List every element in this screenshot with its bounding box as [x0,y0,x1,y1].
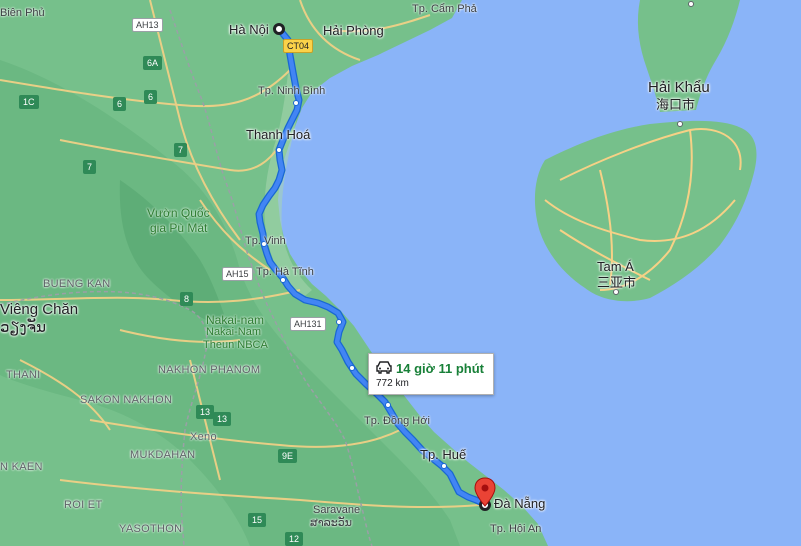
city-label-thanhhoa[interactable]: Thanh Hoá [246,128,310,141]
city-label-haiphong[interactable]: Hải Phòng [323,24,384,37]
park-pumat-line1: Vườn Quốc [147,206,210,220]
road-shield-9e: 9E [278,449,298,463]
city-label-vientiane[interactable]: Viêng Chăn [0,302,78,317]
region-nakhon-phanom: NAKHON PHANOM [158,364,261,376]
city-label-donghoi[interactable]: Tp. Đồng Hới [364,416,430,427]
city-label-ninhbinh[interactable]: Tp. Ninh Bình [258,86,325,97]
park-nakai-line2: Nakai-Nam [206,326,262,338]
road-shield-13: 13 [196,405,215,419]
map-canvas[interactable]: 14 giờ 11 phút 772 km Hà Nội Hải Phòng T… [0,0,801,546]
origin-marker[interactable] [273,23,285,35]
park-pumat-line2: gia Pù Mát [150,221,208,235]
city-label-bienphu[interactable]: Biên Phủ [0,8,45,19]
region-sakon-nakhon: SAKON NAKHON [80,394,173,406]
route-distance: 772 km [376,378,409,389]
road-shield-7: 7 [83,160,97,174]
city-label-hoian[interactable]: Tp. Hội An [490,524,541,535]
city-label-danang[interactable]: Đà Nẵng [494,497,545,510]
region-roi-et: ROI ET [64,499,103,511]
region-yasothon: YASOTHON [119,523,183,535]
city-label-saravane-lo: ສາລະວັນ [310,517,352,529]
city-label-haikhau-cn: 海口市 [656,97,696,112]
city-label-camcha[interactable]: Tp. Cẩm Phả [412,4,477,15]
city-label-hue[interactable]: Tp. Huế [420,448,466,461]
city-label-tama-cn: 三亚市 [597,275,637,290]
road-shield-1c: 1C [19,95,39,109]
route-info-box[interactable]: 14 giờ 11 phút 772 km [368,353,494,395]
city-label-hatinh[interactable]: Tp. Hà Tĩnh [256,267,314,278]
city-label-hanoi[interactable]: Hà Nội [229,23,269,36]
road-shield-6a: 6A [143,56,163,70]
road-shield-12: 12 [285,532,304,546]
city-label-tama[interactable]: Tam Á [597,260,634,273]
road-shield-6-b: 6 [144,90,158,104]
region-bueng-kan: BUENG KAN [43,278,111,290]
region-thani: THANI [6,369,41,381]
road-shield-ah131: AH131 [290,317,326,331]
road-shield-ah13: AH13 [132,18,163,32]
city-label-haikhau[interactable]: Hải Khẩu [648,80,710,95]
route-duration: 14 giờ 11 phút [396,361,484,376]
park-nakai-line3: Theun NBCA [203,339,268,351]
city-label-vientiane-lo: ວຽງຈັນ [0,319,46,336]
road-shield-15: 15 [248,513,267,527]
region-mukdahan: MUKDAHAN [130,449,196,461]
road-shield-ah15: AH15 [222,267,253,281]
road-shield-7-b: 7 [174,143,188,157]
park-nakai-line1: Nakai-nam [206,313,265,327]
road-shield-8: 8 [180,292,194,306]
region-xeno: Xeno [190,431,217,443]
city-label-saravane[interactable]: Saravane [313,505,360,516]
city-label-vinh[interactable]: Tp. Vinh [245,236,286,247]
road-shield-6: 6 [113,97,127,111]
car-icon [375,360,393,379]
road-shield-ct04: CT04 [283,39,314,53]
road-shield-13-b: 13 [213,412,232,426]
region-kaen: N KAEN [0,461,43,473]
